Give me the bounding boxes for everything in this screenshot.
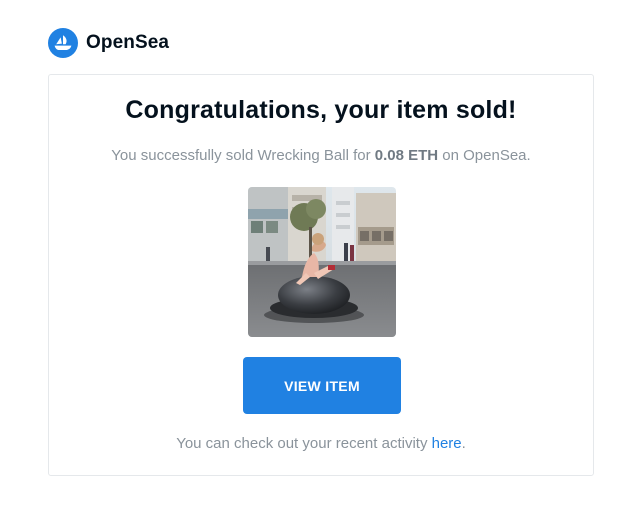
sale-message: You successfully sold Wrecking Ball for … (49, 147, 593, 164)
brand-name: OpenSea (86, 32, 170, 53)
sale-amount: 0.08 ETH (374, 147, 439, 164)
activity-note: You can check out your recent activity h… (49, 435, 593, 452)
activity-link[interactable]: here (432, 435, 462, 452)
activity-note-prefix: You can check out your recent activity (176, 435, 432, 452)
sale-message-suffix: on OpenSea. (438, 147, 531, 164)
opensea-logo-icon (48, 28, 78, 58)
sale-message-prefix: You successfully sold Wrecking Ball for (111, 147, 375, 164)
view-item-button[interactable]: VIEW ITEM (243, 357, 401, 414)
activity-note-suffix: . (461, 435, 466, 452)
email-page: OpenSea Congratulations, your item sold!… (0, 0, 620, 510)
page-title: Congratulations, your item sold! (125, 96, 517, 124)
item-image[interactable] (248, 187, 396, 337)
sale-notification-card: Congratulations, your item sold! You suc… (48, 74, 594, 476)
brand-header[interactable]: OpenSea (48, 28, 169, 58)
